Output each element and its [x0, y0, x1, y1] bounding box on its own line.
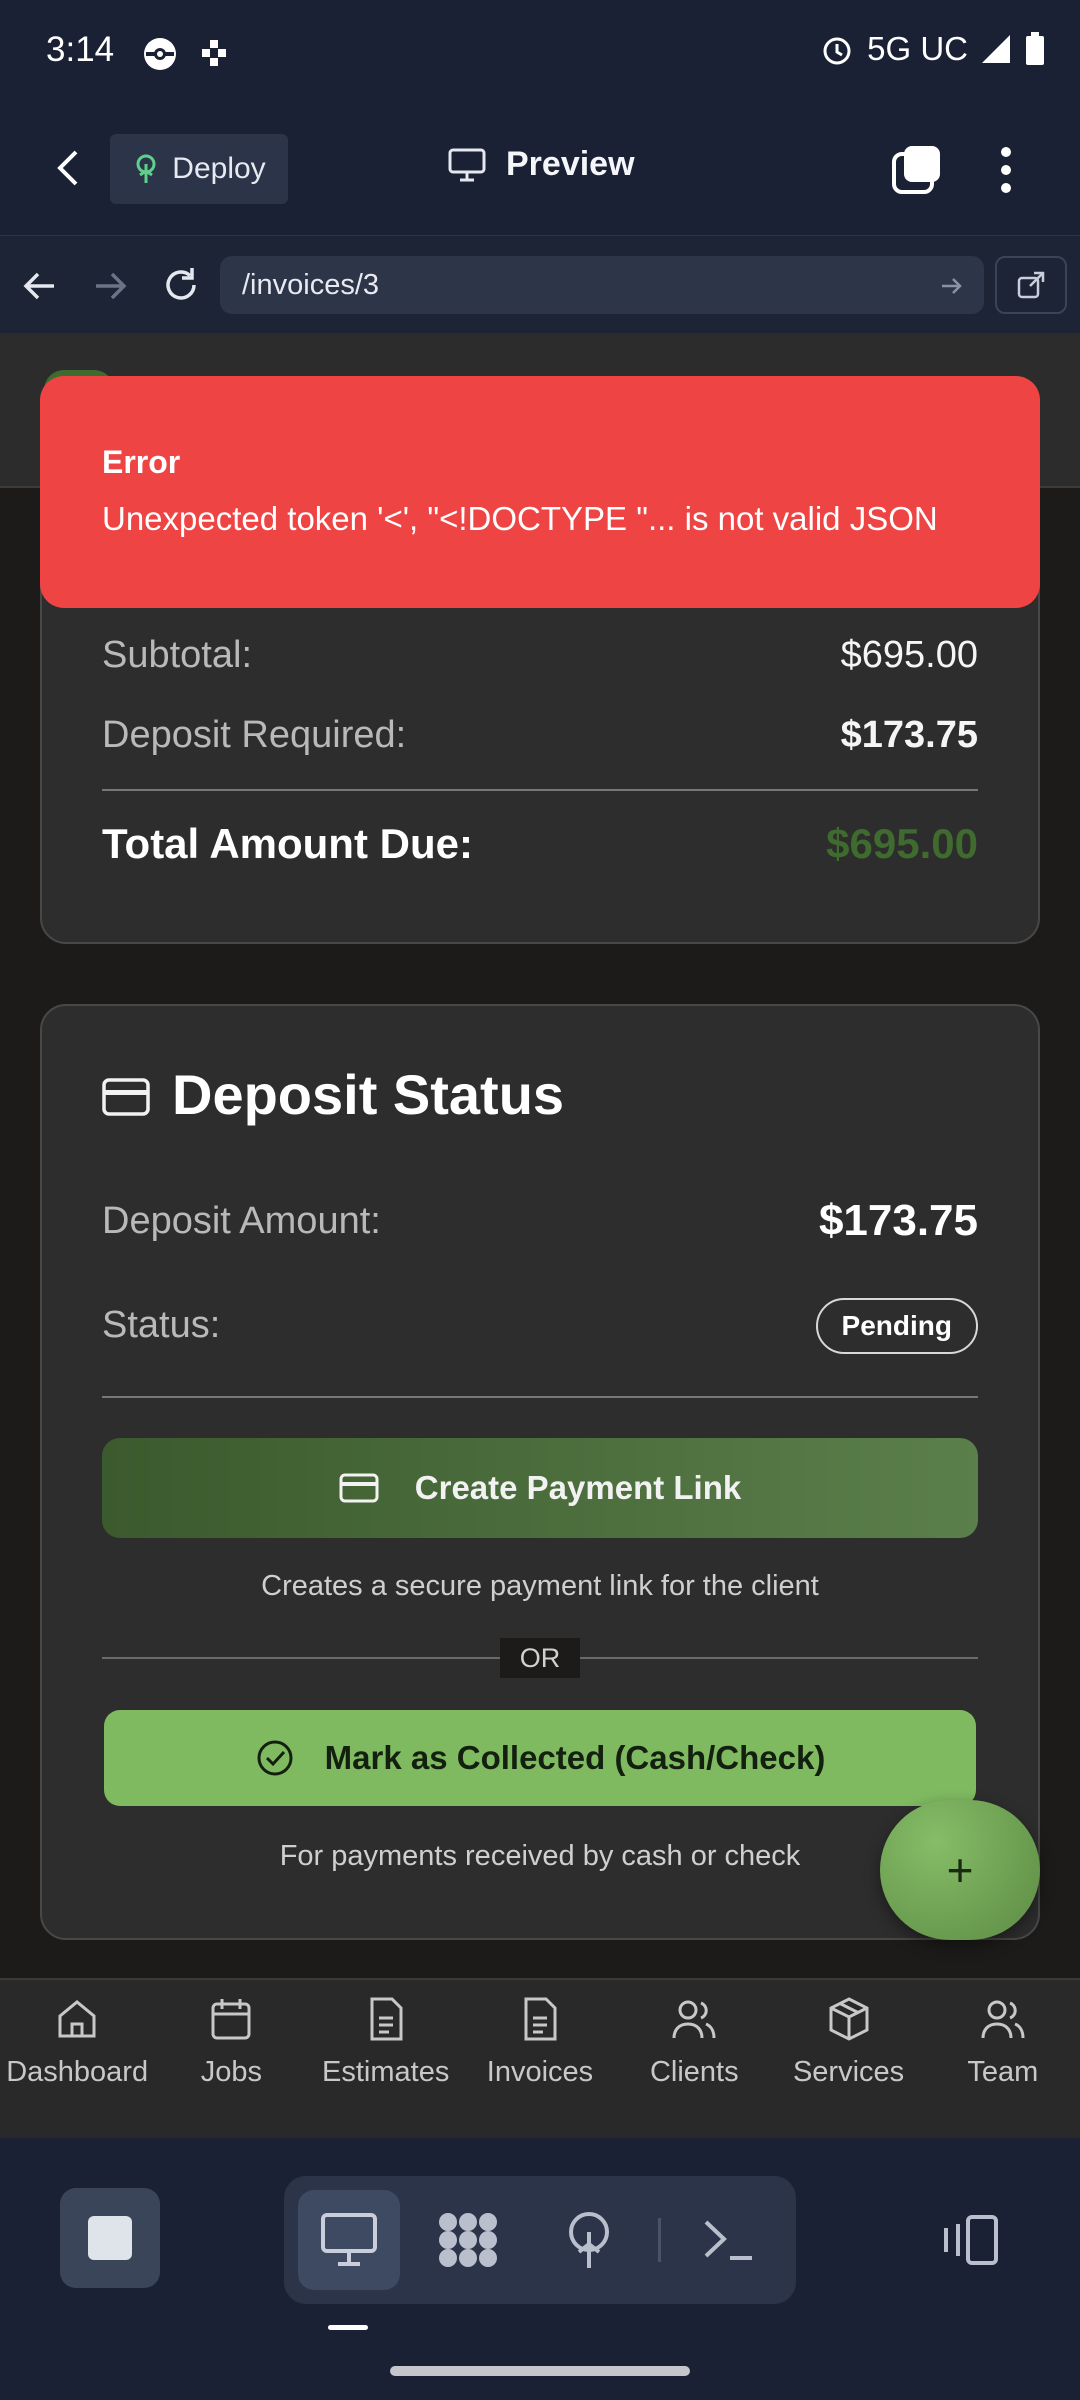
deposit-amount-value: $173.75	[818, 1196, 978, 1245]
tab-label: Jobs	[200, 2056, 263, 2088]
create-payment-link-label: Create Payment Link	[414, 1469, 742, 1506]
calendar-icon	[211, 1999, 251, 2040]
deploy-label: Deploy	[172, 152, 266, 185]
status-icons: 5G UC	[819, 30, 1046, 68]
or-separator: OR	[500, 1638, 580, 1678]
add-fab-button[interactable]: +	[880, 1800, 1040, 1940]
back-arrow-icon[interactable]	[54, 148, 84, 188]
create-link-hint: Creates a secure payment link for the cl…	[261, 1570, 819, 1602]
tab-label: Team	[967, 2056, 1039, 2088]
battery-icon	[1024, 32, 1046, 66]
check-circle-icon	[255, 1738, 295, 1778]
subtotal-label: Subtotal:	[102, 634, 252, 676]
tab-label: Dashboard	[6, 2056, 149, 2088]
deploy-icon	[132, 153, 160, 185]
apps-grid-icon[interactable]	[436, 2210, 500, 2270]
document-icon	[370, 1997, 403, 2041]
home-indicator[interactable]	[390, 2366, 690, 2376]
tab-team[interactable]: Team	[926, 1980, 1080, 2140]
users-icon	[672, 2000, 716, 2039]
browser-back-icon[interactable]	[22, 268, 58, 304]
credit-card-icon	[102, 1078, 150, 1116]
deploy-button[interactable]: Deploy	[110, 134, 288, 204]
total-due-value: $695.00	[826, 820, 978, 867]
status-divider	[102, 1396, 978, 1398]
status-badge: Pending	[815, 1298, 978, 1354]
signal-icon	[980, 33, 1012, 65]
status-label: Status:	[102, 1304, 221, 1346]
preview-title: Preview	[448, 145, 635, 184]
monitor-icon	[320, 2212, 378, 2268]
dots-notification-icon	[200, 38, 230, 68]
tab-invoices[interactable]: Invoices	[463, 1980, 617, 2140]
toast-title: Error	[102, 444, 181, 480]
create-payment-link-button[interactable]: Create Payment Link	[102, 1438, 978, 1538]
totals-divider	[102, 789, 978, 791]
mark-collected-button[interactable]: Mark as Collected (Cash/Check)	[104, 1710, 976, 1806]
tab-label: Services	[792, 2056, 905, 2088]
document-icon	[524, 1997, 557, 2041]
toast-message: Unexpected token '<', "<!DOCTYPE "... is…	[102, 500, 938, 537]
active-indicator	[328, 2325, 368, 2330]
home-icon	[58, 2000, 96, 2038]
alarm-icon	[819, 31, 855, 67]
tab-label: Invoices	[486, 2056, 594, 2088]
mode-divider	[658, 2218, 661, 2262]
status-time: 3:14	[46, 30, 115, 69]
tab-label: Clients	[649, 2056, 739, 2088]
preview-label: Preview	[506, 145, 635, 183]
tab-clients[interactable]: Clients	[617, 1980, 771, 2140]
app-notification-icon	[140, 34, 180, 74]
stop-button[interactable]	[60, 2188, 160, 2288]
network-label: 5G UC	[867, 30, 968, 67]
tab-dashboard[interactable]: Dashboard	[0, 1980, 154, 2140]
monitor-icon	[448, 148, 486, 182]
credit-card-icon	[339, 1473, 379, 1503]
open-external-button[interactable]	[995, 256, 1067, 314]
deploy-tree-icon[interactable]	[560, 2210, 618, 2270]
total-due-label: Total Amount Due:	[102, 820, 473, 867]
users-icon	[981, 2000, 1025, 2039]
reload-icon[interactable]	[160, 264, 202, 306]
terminal-icon[interactable]	[700, 2214, 756, 2264]
more-menu-icon[interactable]	[994, 144, 1018, 196]
bottom-tab-bar: Dashboard Jobs Estimates Invoices Client…	[0, 1978, 1080, 2140]
tab-jobs[interactable]: Jobs	[154, 1980, 308, 2140]
deposit-required-label: Deposit Required:	[102, 714, 407, 756]
error-toast[interactable]	[40, 376, 1040, 608]
deposit-status-title: Deposit Status	[172, 1063, 565, 1126]
url-text: /invoices/3	[242, 268, 380, 301]
tab-services[interactable]: Services	[771, 1980, 925, 2140]
deposit-amount-label: Deposit Amount:	[102, 1200, 381, 1242]
mark-collected-label: Mark as Collected (Cash/Check)	[324, 1739, 826, 1776]
external-link-icon	[1016, 270, 1046, 300]
deposit-required-value: $173.75	[840, 714, 978, 756]
package-icon	[829, 1997, 869, 2041]
tabs-switcher-icon[interactable]	[890, 144, 942, 196]
split-view-icon[interactable]	[938, 2214, 1000, 2266]
go-arrow-icon[interactable]	[940, 274, 964, 298]
tab-estimates[interactable]: Estimates	[309, 1980, 463, 2140]
tab-label: Estimates	[322, 2056, 450, 2088]
browser-forward-icon[interactable]	[92, 268, 128, 304]
subtotal-value: $695.00	[840, 634, 978, 676]
stop-icon	[88, 2216, 132, 2260]
url-field[interactable]: /invoices/3	[220, 256, 984, 314]
